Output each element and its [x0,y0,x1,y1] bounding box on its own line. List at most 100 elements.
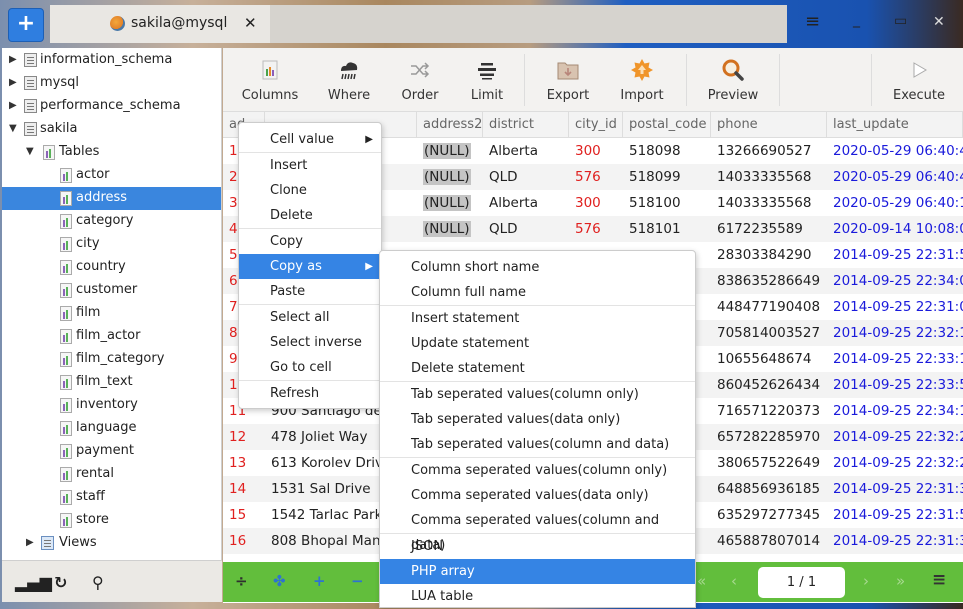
tree-item-information-schema[interactable]: ▶ information_schema [2,49,221,72]
cell-last-update[interactable]: 2014-09-25 22:33:16 [827,346,963,372]
menu-item-delete[interactable]: Delete [239,203,381,228]
prev-page-icon[interactable]: ‹ [731,572,737,590]
add-row-icon[interactable]: + [313,572,326,590]
tree-item-sakila[interactable]: ▼ sakila [2,118,221,141]
refresh-icon[interactable]: ↻ [54,573,67,592]
cell-city-id[interactable]: 576 [569,164,623,190]
copy-as-item[interactable]: Tab seperated values(column only) [380,382,695,407]
column-header-phone[interactable]: phone [711,112,827,138]
cell-address2[interactable]: (NULL) [417,216,483,242]
cell-id[interactable]: 16 [223,528,265,554]
cell-postal-code[interactable]: 518101 [623,216,711,242]
cell-last-update[interactable]: 2020-09-14 10:08:01 [827,216,963,242]
cell-phone[interactable]: 380657522649 [711,450,827,476]
cell-last-update[interactable]: 2020-05-29 06:40:48 [827,164,963,190]
cell-phone[interactable]: 860452626434 [711,372,827,398]
copy-as-item[interactable]: JSON [380,534,695,559]
maximize-icon[interactable]: ▭ [894,13,907,29]
window-close-icon[interactable]: ✕ [933,14,945,30]
table-item-film-text[interactable]: film_text [2,371,221,394]
cell-city-id[interactable]: 300 [569,138,623,164]
menu-item-insert[interactable]: Insert [239,153,381,178]
cell-last-update[interactable]: 2014-09-25 22:31:07 [827,294,963,320]
cell-district[interactable]: QLD [483,216,569,242]
menu-item-select-all[interactable]: Select all [239,305,381,330]
copy-as-item[interactable]: Tab seperated values(column and data) [380,432,695,457]
export-button[interactable]: Export [535,48,601,112]
cell-postal-code[interactable]: 518100 [623,190,711,216]
cell-last-update[interactable]: 2014-09-25 22:32:29 [827,450,963,476]
expand-down-icon[interactable]: ▼ [26,146,34,157]
table-item-store[interactable]: store [2,509,221,532]
expand-right-icon[interactable]: ▶ [26,537,34,548]
column-header-postal-code[interactable]: postal_code [623,112,711,138]
table-item-language[interactable]: language [2,417,221,440]
cell-phone[interactable]: 10655648674 [711,346,827,372]
table-item-rental[interactable]: rental [2,463,221,486]
cell-phone[interactable]: 705814003527 [711,320,827,346]
cell-address2[interactable]: (NULL) [417,164,483,190]
cell-district[interactable]: Alberta [483,190,569,216]
split-icon[interactable]: ÷ [235,572,248,590]
copy-as-item[interactable]: Column short name [380,255,695,280]
cell-city-id[interactable]: 300 [569,190,623,216]
cell-last-update[interactable]: 2020-05-29 06:40:42 [827,138,963,164]
tree-item-views[interactable]: ▶ Views [2,532,221,555]
table-item-actor[interactable]: actor [2,164,221,187]
menu-item-go-to-cell[interactable]: Go to cell [239,355,381,380]
cell-id[interactable]: 13 [223,450,265,476]
menu-item-copy-as[interactable]: Copy as ▶ [239,254,381,279]
new-tab-button[interactable]: + [8,8,44,42]
cell-city-id[interactable]: 576 [569,216,623,242]
remove-row-icon[interactable]: − [351,572,364,590]
page-indicator[interactable]: 1 / 1 [758,567,845,598]
table-item-customer[interactable]: customer [2,279,221,302]
menu-item-cell-value[interactable]: Cell value ▶ [239,127,381,152]
cell-postal-code[interactable]: 518099 [623,164,711,190]
last-page-icon[interactable]: » [896,572,905,590]
expand-right-icon[interactable]: ▶ [9,54,17,65]
column-header-city-id[interactable]: city_id [569,112,623,138]
execute-button[interactable]: Execute [883,48,955,112]
cell-phone[interactable]: 13266690527 [711,138,827,164]
table-item-film-actor[interactable]: film_actor [2,325,221,348]
preview-button[interactable]: Preview [695,48,771,112]
cell-last-update[interactable]: 2014-09-25 22:31:36 [827,476,963,502]
menu-item-copy[interactable]: Copy [239,229,381,254]
copy-as-item[interactable]: PHP array [380,559,695,584]
cell-phone[interactable]: 838635286649 [711,268,827,294]
cell-last-update[interactable]: 2014-09-25 22:31:53 [827,502,963,528]
search-icon[interactable]: ⚲ [92,573,104,592]
copy-as-item[interactable]: Comma seperated values(column only) [380,458,695,483]
cell-phone[interactable]: 648856936185 [711,476,827,502]
table-item-city[interactable]: city [2,233,221,256]
app-menu-icon[interactable]: ≡ [805,11,820,32]
expand-right-icon[interactable]: ▶ [9,77,17,88]
table-item-address[interactable]: address [2,187,221,210]
cell-last-update[interactable]: 2014-09-25 22:34:01 [827,268,963,294]
table-item-film[interactable]: film [2,302,221,325]
where-button[interactable]: Where [315,48,383,112]
copy-as-item[interactable]: Column full name [380,280,695,305]
first-page-icon[interactable]: « [697,572,706,590]
menu-item-paste[interactable]: Paste [239,279,381,304]
cell-id[interactable]: 12 [223,424,265,450]
cell-phone[interactable]: 28303384290 [711,242,827,268]
table-item-staff[interactable]: staff [2,486,221,509]
column-header-last-update[interactable]: last_update [827,112,963,138]
cell-last-update[interactable]: 2014-09-25 22:31:30 [827,528,963,554]
cell-last-update[interactable]: 2014-09-25 22:32:18 [827,320,963,346]
tree-item-tables[interactable]: ▼ Tables [2,141,221,164]
copy-as-item[interactable]: Comma seperated values(column and data) [380,508,695,553]
tab-close-icon[interactable]: ✕ [244,14,257,32]
cell-phone[interactable]: 14033335568 [711,190,827,216]
cell-id[interactable]: 15 [223,502,265,528]
copy-as-item[interactable]: Delete statement [380,356,695,381]
copy-as-item[interactable]: Update statement [380,331,695,356]
cell-district[interactable]: Alberta [483,138,569,164]
cell-phone[interactable]: 716571220373 [711,398,827,424]
column-header-address2[interactable]: address2 [417,112,483,138]
cell-id[interactable]: 14 [223,476,265,502]
menu-item-select-inverse[interactable]: Select inverse [239,330,381,355]
cell-address2[interactable]: (NULL) [417,138,483,164]
